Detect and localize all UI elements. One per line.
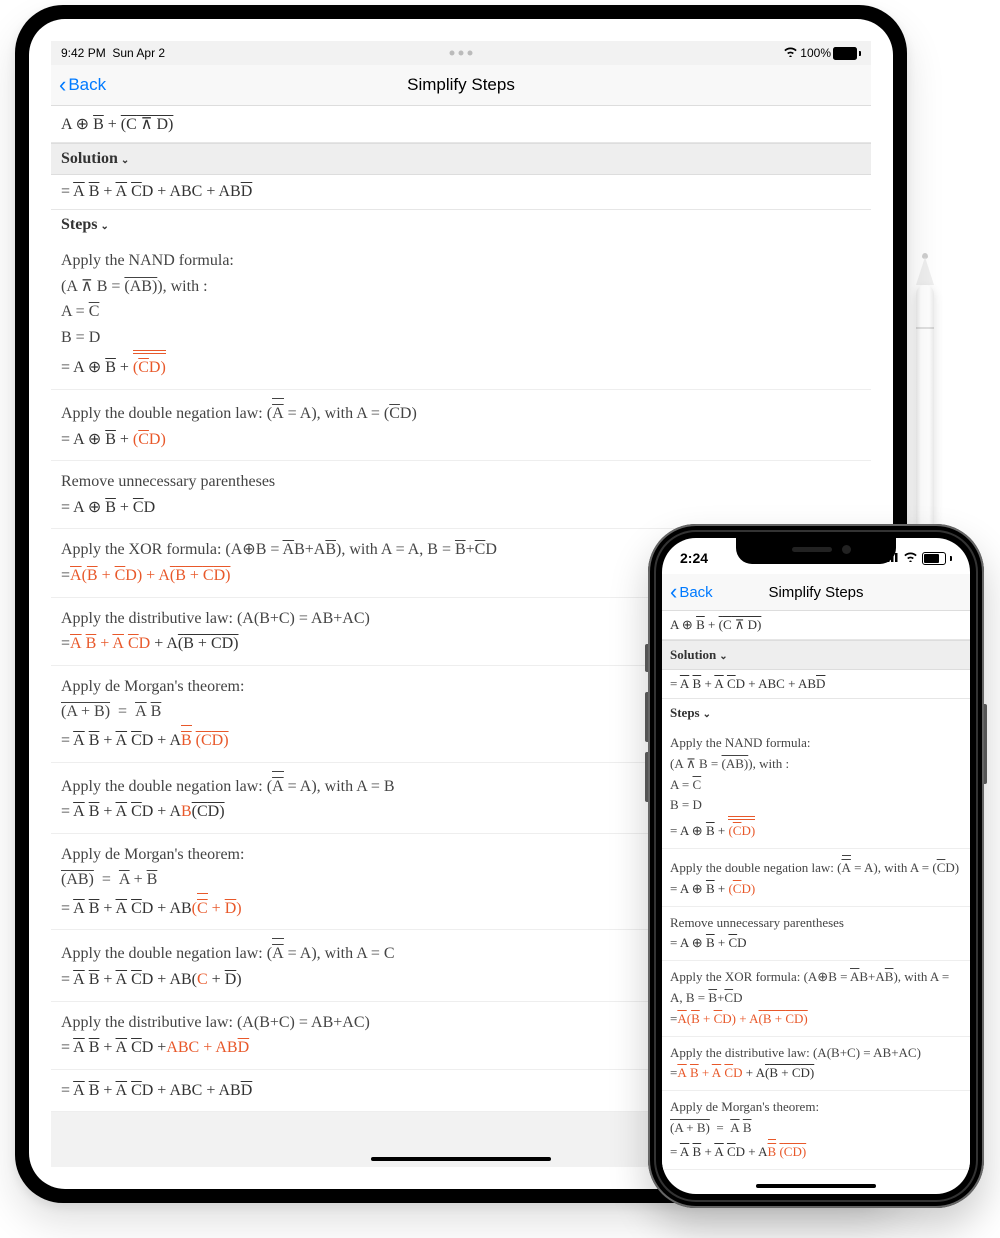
solution-expression: = A B + A CD + ABC + ABD [51, 175, 871, 210]
ipad-navbar: ‹ Back Simplify Steps [51, 65, 871, 106]
steps-label: Steps [670, 705, 700, 720]
battery-icon [833, 47, 857, 60]
chevron-left-icon: ‹ [59, 74, 66, 96]
status-time: 2:24 [680, 550, 708, 566]
wifi-icon [783, 46, 798, 60]
step-expression: = A ⊕ B + CD [670, 933, 962, 954]
battery-percent: 100% [800, 46, 831, 60]
step-description: Apply the XOR formula: (A⊕B = AB+AB), wi… [670, 967, 962, 1009]
step-expression: = A B + A CD + AB (CD) [670, 1139, 962, 1163]
battery-icon [922, 552, 946, 565]
back-label: Back [68, 75, 106, 95]
step-expression: = A ⊕ B + (CD) [670, 816, 962, 842]
steps-header[interactable]: Steps⌄ [51, 210, 871, 240]
steps-header[interactable]: Steps⌄ [662, 699, 970, 727]
chevron-down-icon: ⌄ [121, 155, 129, 166]
back-button[interactable]: ‹ Back [670, 581, 713, 603]
step-description: Apply the NAND formula:(A ⊼ B = (AB)), w… [670, 733, 962, 816]
step-item: Apply the distributive law: (A(B+C) = AB… [662, 1037, 970, 1092]
step-item: Apply the XOR formula: (A⊕B = AB+AB), wi… [662, 961, 970, 1036]
step-description: Apply the double negation law: (A = A), … [61, 398, 861, 427]
step-expression: =A(B + CD) + A(B + CD) [670, 1009, 962, 1030]
iphone-device: 2:24 ‹ Back Simplify Steps A ⊕ B + (C ⊼ … [648, 524, 984, 1208]
home-indicator[interactable] [371, 1157, 551, 1161]
iphone-notch [736, 538, 896, 564]
step-item: Apply the NAND formula:(A ⊼ B = (AB)), w… [51, 240, 871, 390]
step-expression: = A ⊕ B + CD [61, 495, 861, 521]
step-expression: = A ⊕ B + (CD) [670, 879, 962, 900]
solution-header[interactable]: Solution⌄ [51, 143, 871, 175]
iphone-screen: 2:24 ‹ Back Simplify Steps A ⊕ B + (C ⊼ … [662, 538, 970, 1194]
chevron-down-icon: ⌄ [100, 221, 108, 232]
step-expression: = A ⊕ B + (CD) [61, 350, 861, 381]
input-expression: A ⊕ B + (C ⊼ D) [662, 611, 970, 640]
solution-expression: = A B + A CD + ABC + ABD [662, 670, 970, 699]
wifi-icon [903, 551, 918, 565]
step-item: Apply the double negation law: (A = A), … [51, 390, 871, 461]
chevron-left-icon: ‹ [670, 581, 677, 603]
status-date: Sun Apr 2 [112, 46, 165, 60]
step-item: Remove unnecessary parentheses= A ⊕ B + … [662, 907, 970, 962]
solution-label: Solution [61, 150, 118, 167]
step-description: Apply de Morgan's theorem:(A + B) = A B [670, 1097, 962, 1139]
back-label: Back [679, 584, 712, 601]
status-time-date: 9:42 PM Sun Apr 2 [61, 46, 165, 60]
chevron-down-icon: ⌄ [703, 709, 711, 720]
page-title: Simplify Steps [51, 75, 871, 95]
steps-label: Steps [61, 216, 97, 233]
step-description: Apply the distributive law: (A(B+C) = AB… [670, 1043, 962, 1064]
step-description: Remove unnecessary parentheses [61, 469, 861, 495]
iphone-content[interactable]: A ⊕ B + (C ⊼ D) Solution⌄ = A B + A CD +… [662, 611, 970, 1170]
step-item: Remove unnecessary parentheses= A ⊕ B + … [51, 461, 871, 529]
ipad-status-bar: 9:42 PM Sun Apr 2 100% [51, 41, 871, 65]
step-description: Apply the NAND formula:(A ⊼ B = (AB)), w… [61, 248, 861, 350]
step-item: Apply the double negation law: (A = A), … [662, 849, 970, 907]
status-right: 100% [783, 46, 861, 60]
step-expression: = A ⊕ B + (CD) [61, 427, 861, 453]
step-item: Apply de Morgan's theorem:(A + B) = A B=… [662, 1091, 970, 1169]
step-description: Remove unnecessary parentheses [670, 913, 962, 934]
iphone-navbar: ‹ Back Simplify Steps [662, 574, 970, 611]
home-indicator[interactable] [756, 1184, 876, 1188]
step-expression: =A B + A CD + A(B + CD) [670, 1063, 962, 1084]
chevron-down-icon: ⌄ [719, 651, 727, 662]
multitask-dots-icon[interactable] [450, 51, 473, 56]
solution-header[interactable]: Solution⌄ [662, 640, 970, 670]
status-time: 9:42 PM [61, 46, 106, 60]
step-description: Apply the double negation law: (A = A), … [670, 855, 962, 879]
input-expression: A ⊕ B + (C ⊼ D) [51, 106, 871, 143]
back-button[interactable]: ‹ Back [59, 74, 106, 96]
step-item: Apply the NAND formula:(A ⊼ B = (AB)), w… [662, 727, 970, 849]
solution-label: Solution [670, 647, 716, 662]
